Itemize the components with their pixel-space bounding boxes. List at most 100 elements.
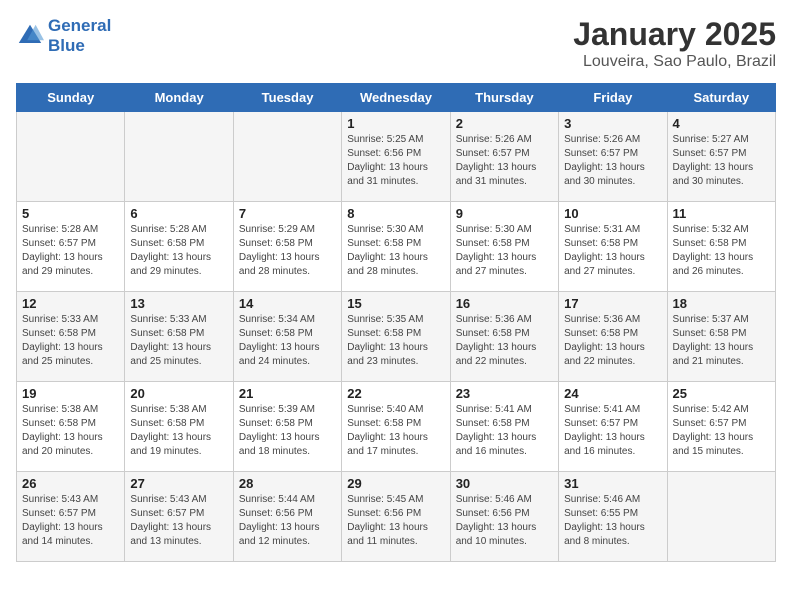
calendar-week-row: 26 Sunrise: 5:43 AMSunset: 6:57 PMDaylig… <box>17 472 776 562</box>
day-info: Sunrise: 5:38 AMSunset: 6:58 PMDaylight:… <box>22 403 119 459</box>
day-info: Sunrise: 5:43 AMSunset: 6:57 PMDaylight:… <box>22 493 119 549</box>
day-info: Sunrise: 5:45 AMSunset: 6:56 PMDaylight:… <box>347 493 444 549</box>
day-number: 25 <box>673 386 770 401</box>
calendar-cell: 30 Sunrise: 5:46 AMSunset: 6:56 PMDaylig… <box>450 472 558 562</box>
weekday-header: Sunday <box>17 84 125 112</box>
day-info: Sunrise: 5:27 AMSunset: 6:57 PMDaylight:… <box>673 133 770 189</box>
day-number: 7 <box>239 206 336 221</box>
day-info: Sunrise: 5:42 AMSunset: 6:57 PMDaylight:… <box>673 403 770 459</box>
day-number: 15 <box>347 296 444 311</box>
calendar-cell: 31 Sunrise: 5:46 AMSunset: 6:55 PMDaylig… <box>559 472 667 562</box>
calendar-cell: 3 Sunrise: 5:26 AMSunset: 6:57 PMDayligh… <box>559 112 667 202</box>
day-info: Sunrise: 5:37 AMSunset: 6:58 PMDaylight:… <box>673 313 770 369</box>
day-info: Sunrise: 5:30 AMSunset: 6:58 PMDaylight:… <box>456 223 553 279</box>
calendar-cell: 11 Sunrise: 5:32 AMSunset: 6:58 PMDaylig… <box>667 202 775 292</box>
day-info: Sunrise: 5:41 AMSunset: 6:58 PMDaylight:… <box>456 403 553 459</box>
day-number: 8 <box>347 206 444 221</box>
calendar-week-row: 1 Sunrise: 5:25 AMSunset: 6:56 PMDayligh… <box>17 112 776 202</box>
weekday-header: Saturday <box>667 84 775 112</box>
calendar-week-row: 19 Sunrise: 5:38 AMSunset: 6:58 PMDaylig… <box>17 382 776 472</box>
day-info: Sunrise: 5:26 AMSunset: 6:57 PMDaylight:… <box>564 133 661 189</box>
calendar-cell <box>125 112 233 202</box>
calendar-table: SundayMondayTuesdayWednesdayThursdayFrid… <box>16 83 776 562</box>
calendar-cell: 23 Sunrise: 5:41 AMSunset: 6:58 PMDaylig… <box>450 382 558 472</box>
day-number: 17 <box>564 296 661 311</box>
calendar-cell: 1 Sunrise: 5:25 AMSunset: 6:56 PMDayligh… <box>342 112 450 202</box>
day-number: 28 <box>239 476 336 491</box>
day-number: 26 <box>22 476 119 491</box>
calendar-cell: 9 Sunrise: 5:30 AMSunset: 6:58 PMDayligh… <box>450 202 558 292</box>
calendar-cell: 4 Sunrise: 5:27 AMSunset: 6:57 PMDayligh… <box>667 112 775 202</box>
day-info: Sunrise: 5:44 AMSunset: 6:56 PMDaylight:… <box>239 493 336 549</box>
day-number: 3 <box>564 116 661 131</box>
day-info: Sunrise: 5:28 AMSunset: 6:57 PMDaylight:… <box>22 223 119 279</box>
day-info: Sunrise: 5:33 AMSunset: 6:58 PMDaylight:… <box>22 313 119 369</box>
day-info: Sunrise: 5:30 AMSunset: 6:58 PMDaylight:… <box>347 223 444 279</box>
day-number: 9 <box>456 206 553 221</box>
day-info: Sunrise: 5:29 AMSunset: 6:58 PMDaylight:… <box>239 223 336 279</box>
day-number: 10 <box>564 206 661 221</box>
day-number: 31 <box>564 476 661 491</box>
day-info: Sunrise: 5:35 AMSunset: 6:58 PMDaylight:… <box>347 313 444 369</box>
calendar-cell: 2 Sunrise: 5:26 AMSunset: 6:57 PMDayligh… <box>450 112 558 202</box>
calendar-cell: 19 Sunrise: 5:38 AMSunset: 6:58 PMDaylig… <box>17 382 125 472</box>
logo-text: General Blue <box>48 16 111 56</box>
day-number: 11 <box>673 206 770 221</box>
day-info: Sunrise: 5:46 AMSunset: 6:55 PMDaylight:… <box>564 493 661 549</box>
day-number: 2 <box>456 116 553 131</box>
day-number: 14 <box>239 296 336 311</box>
calendar-cell: 12 Sunrise: 5:33 AMSunset: 6:58 PMDaylig… <box>17 292 125 382</box>
day-info: Sunrise: 5:39 AMSunset: 6:58 PMDaylight:… <box>239 403 336 459</box>
day-info: Sunrise: 5:38 AMSunset: 6:58 PMDaylight:… <box>130 403 227 459</box>
day-number: 12 <box>22 296 119 311</box>
calendar-cell: 18 Sunrise: 5:37 AMSunset: 6:58 PMDaylig… <box>667 292 775 382</box>
calendar-cell: 20 Sunrise: 5:38 AMSunset: 6:58 PMDaylig… <box>125 382 233 472</box>
weekday-header: Thursday <box>450 84 558 112</box>
calendar-cell: 13 Sunrise: 5:33 AMSunset: 6:58 PMDaylig… <box>125 292 233 382</box>
day-number: 18 <box>673 296 770 311</box>
day-number: 20 <box>130 386 227 401</box>
calendar-cell: 5 Sunrise: 5:28 AMSunset: 6:57 PMDayligh… <box>17 202 125 292</box>
day-info: Sunrise: 5:33 AMSunset: 6:58 PMDaylight:… <box>130 313 227 369</box>
weekday-header: Tuesday <box>233 84 341 112</box>
calendar-subtitle: Louveira, Sao Paulo, Brazil <box>573 53 776 71</box>
calendar-cell <box>17 112 125 202</box>
calendar-cell: 15 Sunrise: 5:35 AMSunset: 6:58 PMDaylig… <box>342 292 450 382</box>
day-info: Sunrise: 5:34 AMSunset: 6:58 PMDaylight:… <box>239 313 336 369</box>
day-info: Sunrise: 5:26 AMSunset: 6:57 PMDaylight:… <box>456 133 553 189</box>
calendar-cell: 7 Sunrise: 5:29 AMSunset: 6:58 PMDayligh… <box>233 202 341 292</box>
calendar-cell: 14 Sunrise: 5:34 AMSunset: 6:58 PMDaylig… <box>233 292 341 382</box>
day-number: 1 <box>347 116 444 131</box>
title-block: January 2025 Louveira, Sao Paulo, Brazil <box>573 16 776 71</box>
day-info: Sunrise: 5:32 AMSunset: 6:58 PMDaylight:… <box>673 223 770 279</box>
day-info: Sunrise: 5:41 AMSunset: 6:57 PMDaylight:… <box>564 403 661 459</box>
calendar-cell: 6 Sunrise: 5:28 AMSunset: 6:58 PMDayligh… <box>125 202 233 292</box>
day-number: 30 <box>456 476 553 491</box>
calendar-cell: 29 Sunrise: 5:45 AMSunset: 6:56 PMDaylig… <box>342 472 450 562</box>
calendar-cell: 10 Sunrise: 5:31 AMSunset: 6:58 PMDaylig… <box>559 202 667 292</box>
day-number: 24 <box>564 386 661 401</box>
calendar-cell: 22 Sunrise: 5:40 AMSunset: 6:58 PMDaylig… <box>342 382 450 472</box>
day-info: Sunrise: 5:25 AMSunset: 6:56 PMDaylight:… <box>347 133 444 189</box>
day-info: Sunrise: 5:28 AMSunset: 6:58 PMDaylight:… <box>130 223 227 279</box>
day-info: Sunrise: 5:36 AMSunset: 6:58 PMDaylight:… <box>456 313 553 369</box>
day-info: Sunrise: 5:31 AMSunset: 6:58 PMDaylight:… <box>564 223 661 279</box>
calendar-cell: 24 Sunrise: 5:41 AMSunset: 6:57 PMDaylig… <box>559 382 667 472</box>
calendar-cell: 17 Sunrise: 5:36 AMSunset: 6:58 PMDaylig… <box>559 292 667 382</box>
calendar-cell: 27 Sunrise: 5:43 AMSunset: 6:57 PMDaylig… <box>125 472 233 562</box>
logo-icon <box>16 22 44 50</box>
day-number: 5 <box>22 206 119 221</box>
logo: General Blue <box>16 16 111 56</box>
calendar-cell: 25 Sunrise: 5:42 AMSunset: 6:57 PMDaylig… <box>667 382 775 472</box>
day-number: 23 <box>456 386 553 401</box>
weekday-header: Wednesday <box>342 84 450 112</box>
calendar-cell <box>667 472 775 562</box>
calendar-week-row: 5 Sunrise: 5:28 AMSunset: 6:57 PMDayligh… <box>17 202 776 292</box>
day-number: 13 <box>130 296 227 311</box>
calendar-week-row: 12 Sunrise: 5:33 AMSunset: 6:58 PMDaylig… <box>17 292 776 382</box>
calendar-cell: 21 Sunrise: 5:39 AMSunset: 6:58 PMDaylig… <box>233 382 341 472</box>
weekday-header: Friday <box>559 84 667 112</box>
calendar-cell: 16 Sunrise: 5:36 AMSunset: 6:58 PMDaylig… <box>450 292 558 382</box>
calendar-cell: 28 Sunrise: 5:44 AMSunset: 6:56 PMDaylig… <box>233 472 341 562</box>
day-number: 27 <box>130 476 227 491</box>
